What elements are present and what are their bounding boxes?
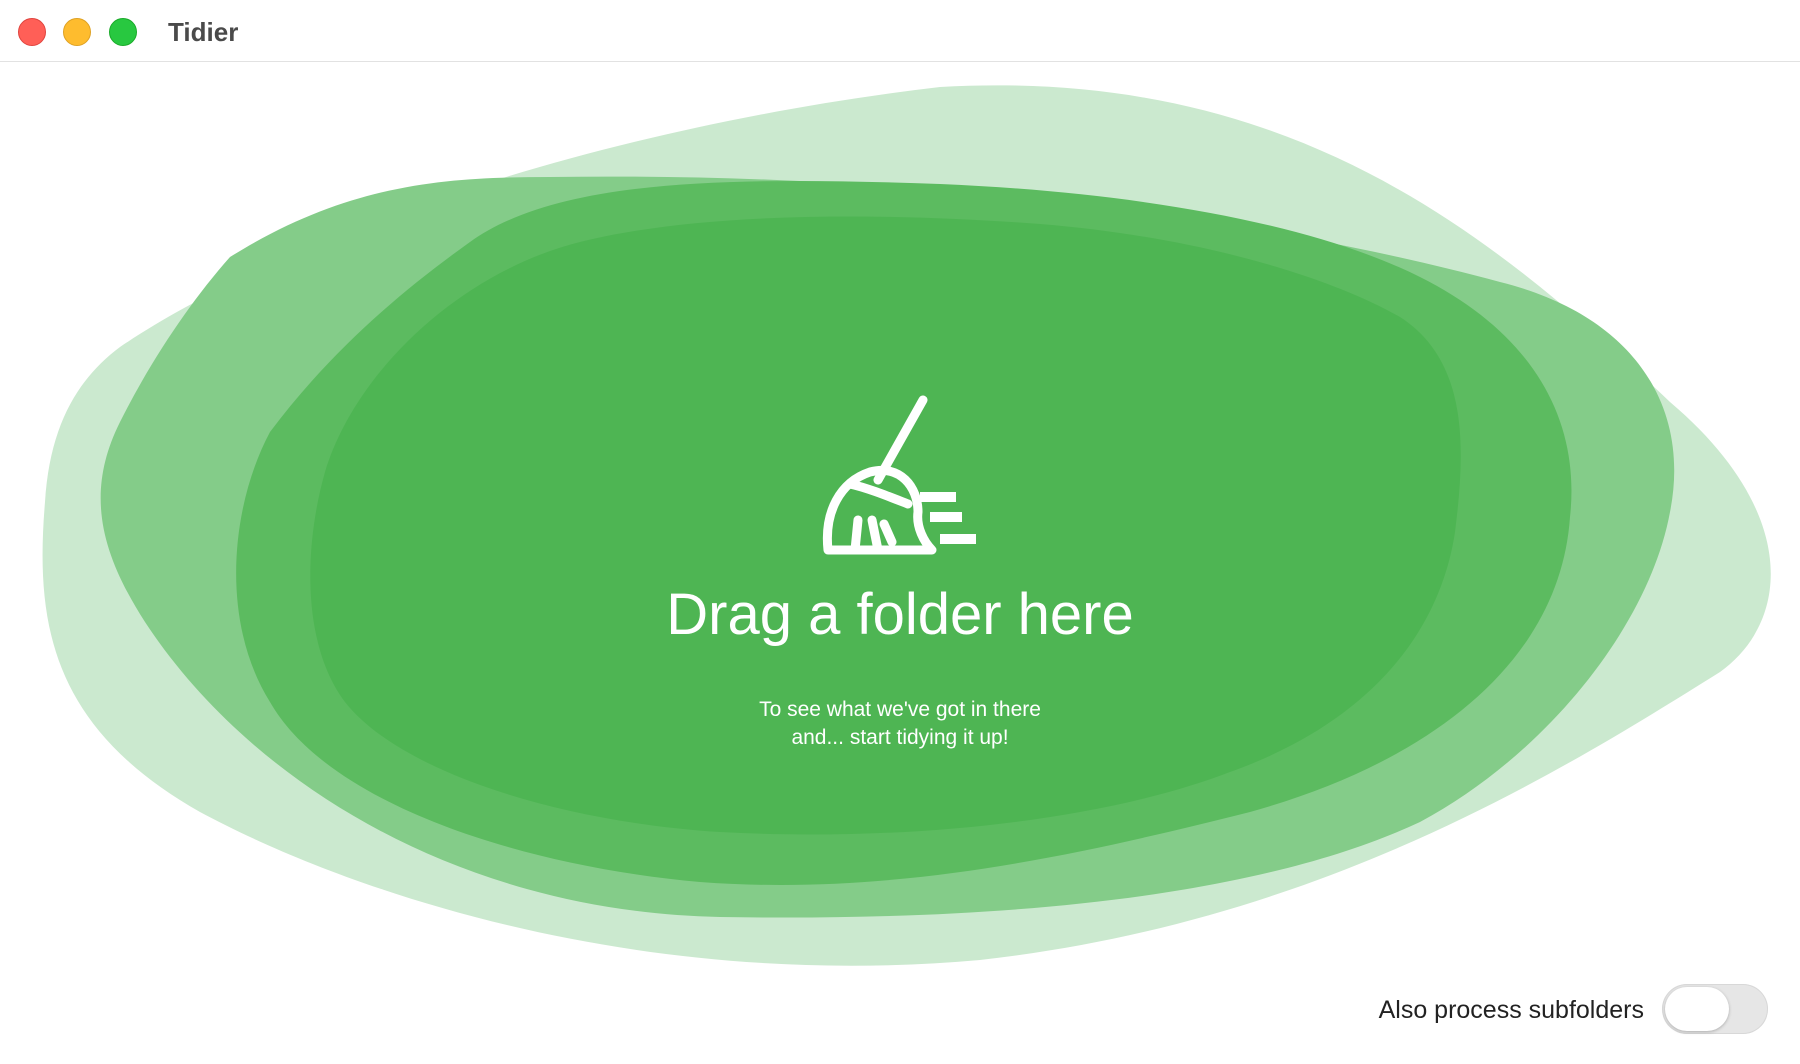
zoom-window-button[interactable] — [109, 18, 137, 46]
subfolders-label: Also process subfolders — [1378, 996, 1644, 1024]
app-window: Tidier Drag a folder here To see what we… — [0, 0, 1800, 1064]
folder-drop-zone[interactable]: Drag a folder here To see what we've got… — [0, 62, 1800, 1002]
toggle-knob[interactable] — [1665, 987, 1729, 1031]
close-window-button[interactable] — [18, 18, 46, 46]
subtitle-line-1: To see what we've got in there — [759, 698, 1041, 721]
subtitle-line-2: and... start tidying it up! — [791, 726, 1009, 749]
window-title: Tidier — [168, 17, 239, 47]
drop-zone-subtitle: To see what we've got in there and... st… — [600, 696, 1200, 752]
subfolders-toggle[interactable] — [1662, 984, 1768, 1034]
title-bar[interactable]: Tidier — [0, 0, 1800, 62]
broom-icon — [822, 395, 976, 555]
minimize-window-button[interactable] — [63, 18, 91, 46]
drop-zone-headline: Drag a folder here — [666, 582, 1134, 647]
